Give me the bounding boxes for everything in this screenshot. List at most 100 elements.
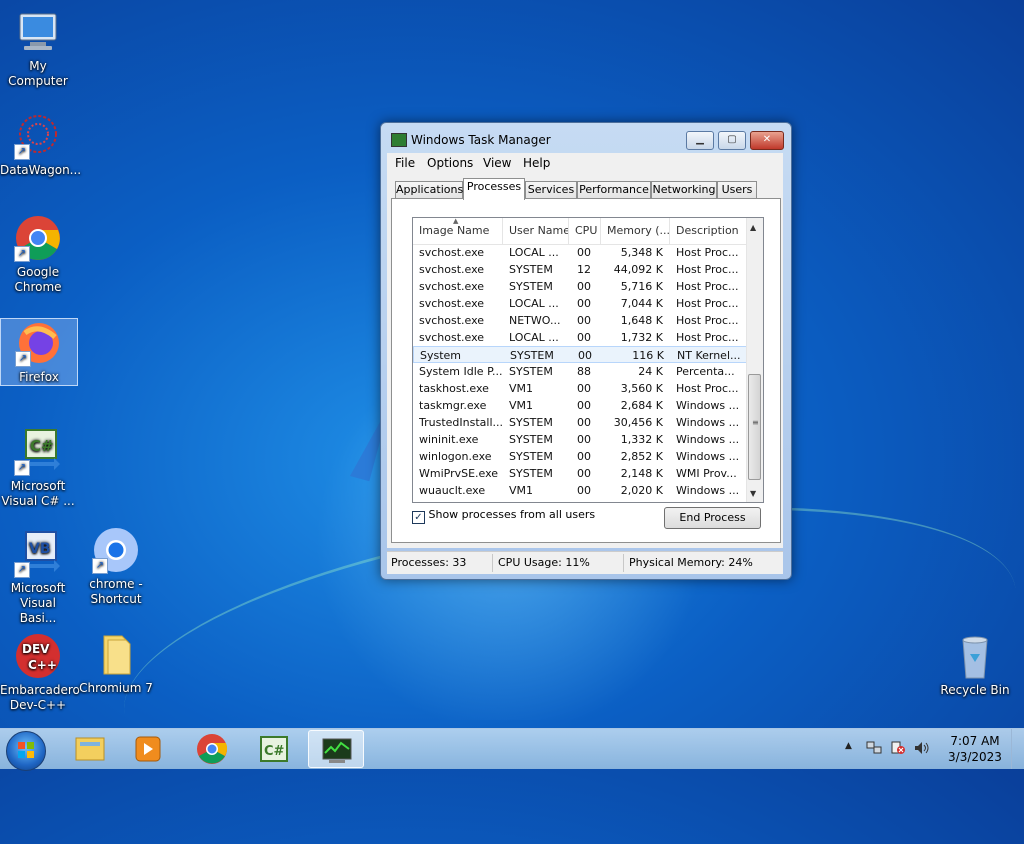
column-header-description[interactable]: Description [670,218,747,244]
menu-options[interactable]: Options [427,156,473,170]
close-button[interactable]: ✕ [750,131,784,150]
start-button[interactable] [6,731,46,771]
desktop-icon-google-chrome[interactable]: ↗ Google Chrome [0,214,76,295]
shortcut-arrow-icon: ↗ [15,351,31,367]
desktop-icon-chrome-shortcut[interactable]: ↗ chrome - Shortcut [78,526,154,607]
task-manager-window[interactable]: Windows Task Manager ▁ ▢ ✕ File Options … [380,122,792,580]
tab-performance[interactable]: Performance [577,181,651,199]
menu-bar: File Options View Help [387,153,783,173]
desktop-icon-firefox[interactable]: ↗ Firefox [0,318,78,386]
cell-image-name: WmiPrvSE.exe [419,467,499,480]
table-row[interactable]: wuauclt.exe VM1 00 2,020 K Windows ... [413,482,747,499]
visual-csharp-icon: C# [260,736,288,762]
scrollbar-thumb[interactable]: ≡ [748,374,761,480]
taskbar-task-manager[interactable] [308,730,364,768]
show-desktop-button[interactable] [1011,729,1024,769]
show-hidden-icons[interactable]: ▲ [845,741,852,751]
vertical-scrollbar[interactable]: ▲ ≡ ▼ [746,218,763,502]
desktop-icon-recycle-bin[interactable]: Recycle Bin [937,632,1013,698]
column-header-memory[interactable]: Memory (... [601,218,670,244]
cell-cpu: 00 [577,314,591,327]
scroll-up-icon[interactable]: ▲ [750,223,756,232]
cell-cpu: 00 [577,450,591,463]
chromium-icon: ↗ [92,526,140,574]
table-row[interactable]: taskhost.exe VM1 00 3,560 K Host Proc... [413,380,747,397]
desktop-icon-label: Microsoft Visual Basi... [10,581,66,625]
table-row[interactable]: System SYSTEM 00 116 K NT Kernel... [413,346,747,363]
cell-description: Windows ... [676,450,740,463]
window-client-area: Applications Processes Services Performa… [387,173,783,548]
tab-services[interactable]: Services [525,181,577,199]
table-row[interactable]: svchost.exe LOCAL ... 00 5,348 K Host Proc..… [413,244,747,261]
taskbar-media-player[interactable] [120,730,176,768]
cell-description: WMI Prov... [676,467,737,480]
table-row[interactable]: wininit.exe SYSTEM 00 1,332 K Windows ... [413,431,747,448]
table-row[interactable]: svchost.exe LOCAL ... 00 1,732 K Host Proc..… [413,329,747,346]
taskbar-chrome[interactable] [184,730,240,768]
cell-image-name: taskmgr.exe [419,399,487,412]
taskbar-visual-csharp[interactable]: C# [246,730,302,768]
process-list[interactable]: ▲ Image Name User Name CPU Memory (... D… [412,217,764,503]
table-row[interactable]: System Idle P... SYSTEM 88 24 K Percenta... [413,363,747,380]
desktop-icon-chromium-folder[interactable]: Chromium 7 [78,630,154,696]
cell-image-name: TrustedInstall... [419,416,503,429]
table-row[interactable]: TrustedInstall... SYSTEM 00 30,456 K Windows… [413,414,747,431]
table-row[interactable]: svchost.exe SYSTEM 12 44,092 K Host Proc... [413,261,747,278]
desktop-icon-label: chrome - Shortcut [89,577,143,606]
cell-memory: 44,092 K [613,263,663,276]
action-center-icon[interactable] [890,741,906,755]
show-all-processes-checkbox[interactable]: ✓ Show processes from all users [412,508,595,524]
checkbox-box[interactable]: ✓ [412,511,425,524]
tab-users[interactable]: Users [717,181,757,199]
media-player-icon [135,736,161,762]
cell-memory: 1,648 K [620,314,663,327]
desktop-icon-my-computer[interactable]: My Computer [0,8,76,89]
desktop-icon-datawagon[interactable]: ↗ DataWagon... [0,112,82,178]
menu-file[interactable]: File [395,156,415,170]
menu-help[interactable]: Help [523,156,550,170]
table-row[interactable]: taskmgr.exe VM1 00 2,684 K Windows ... [413,397,747,414]
show-all-processes-label: Show processes from all users [428,508,596,521]
end-process-button[interactable]: End Process [664,507,761,529]
volume-icon[interactable] [914,741,930,755]
cell-memory: 5,716 K [620,280,663,293]
minimize-button[interactable]: ▁ [686,131,714,150]
cell-description: Host Proc... [676,382,739,395]
cell-memory: 2,852 K [620,450,663,463]
table-row[interactable]: WmiPrvSE.exe SYSTEM 00 2,148 K WMI Prov... [413,465,747,482]
clock-date: 3/3/2023 [948,750,1002,764]
taskbar-clock[interactable]: 7:07 AM 3/3/2023 [940,733,1010,765]
tab-applications[interactable]: Applications [395,181,463,199]
taskbar-explorer[interactable] [62,730,118,768]
desktop-icon-label: DataWagon... [0,163,82,177]
table-row[interactable]: svchost.exe LOCAL ... 00 7,044 K Host Proc..… [413,295,747,312]
table-row[interactable]: winlogon.exe SYSTEM 00 2,852 K Windows ... [413,448,747,465]
chrome-icon: ↗ [14,214,62,262]
recycle-bin-icon [951,632,999,680]
desktop-icon-label: Google Chrome [14,265,62,294]
cell-cpu: 00 [577,416,591,429]
grip-icon: ≡ [752,418,759,427]
desktop-icon-dev-cpp[interactable]: DEV C++ Embarcadero Dev-C++ [0,632,80,713]
cell-memory: 1,332 K [620,433,663,446]
maximize-button[interactable]: ▢ [718,131,746,150]
cell-cpu: 00 [577,382,591,395]
tab-networking[interactable]: Networking [651,181,717,199]
cell-memory: 2,020 K [620,484,663,497]
cell-memory: 5,348 K [620,246,663,259]
windows-logo-icon [18,742,34,758]
tab-processes[interactable]: Processes [463,178,525,200]
title-bar[interactable]: Windows Task Manager ▁ ▢ ✕ [381,123,791,153]
scroll-down-icon[interactable]: ▼ [750,489,756,498]
cell-image-name: svchost.exe [419,263,485,276]
table-row[interactable]: svchost.exe SYSTEM 00 5,716 K Host Proc... [413,278,747,295]
column-header-image-name[interactable]: ▲ Image Name [413,218,503,244]
column-header-user-name[interactable]: User Name [503,218,569,244]
desktop-icon-visual-csharp[interactable]: C# ↗ Microsoft Visual C# ... [0,428,76,509]
network-icon[interactable] [866,741,882,755]
task-manager-icon [391,133,407,147]
menu-view[interactable]: View [483,156,511,170]
desktop-icon-visual-basic[interactable]: VB ↗ Microsoft Visual Basi... [0,530,76,626]
table-row[interactable]: svchost.exe NETWO... 00 1,648 K Host Proc... [413,312,747,329]
column-header-cpu[interactable]: CPU [569,218,601,244]
